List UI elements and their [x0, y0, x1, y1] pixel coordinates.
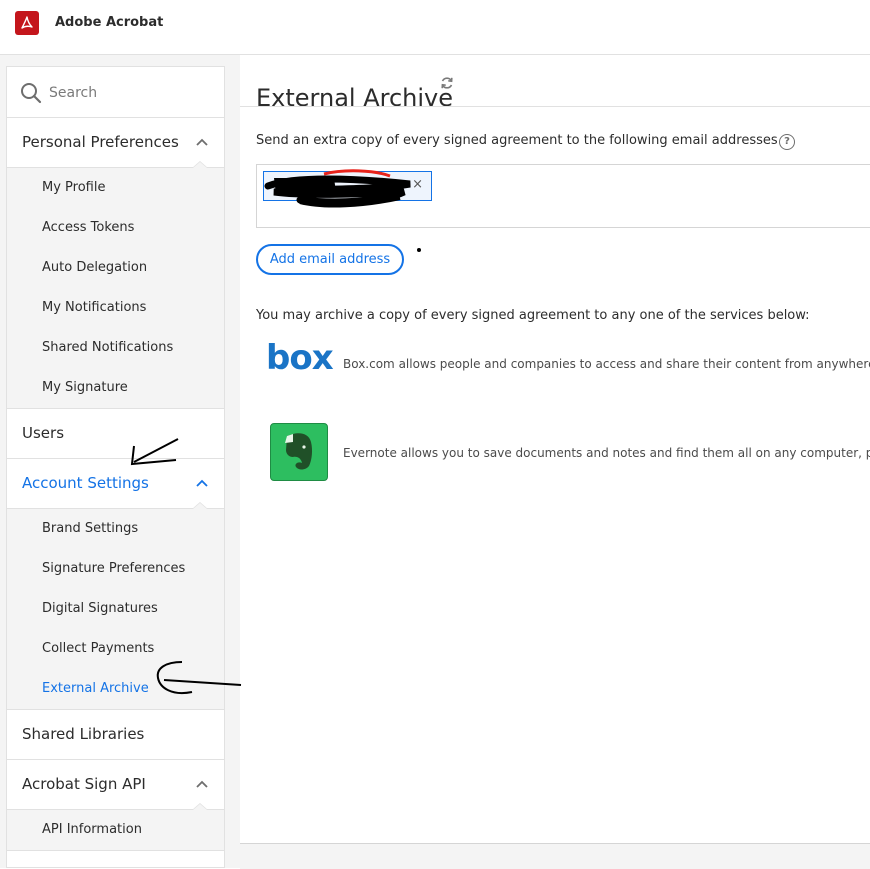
remove-email-icon[interactable]: ×	[412, 177, 423, 192]
sidebar-item-auto-delegation[interactable]: Auto Delegation	[7, 248, 224, 288]
service-description: Box.com allows people and companies to a…	[343, 357, 870, 371]
acrobat-sign-api-list: API Information	[7, 810, 224, 851]
service-row-evernote[interactable]: Evernote allows you to save documents an…	[266, 423, 870, 483]
help-icon[interactable]: ?	[779, 134, 795, 150]
sidebar-section-label: Account Settings	[22, 474, 149, 492]
personal-preferences-list: My Profile Access Tokens Auto Delegation…	[7, 168, 224, 409]
chevron-up-icon[interactable]	[196, 479, 208, 487]
stray-dot	[417, 248, 421, 252]
refresh-icon[interactable]	[440, 76, 454, 90]
adobe-acrobat-logo-icon[interactable]	[15, 11, 39, 35]
redaction-scribble	[264, 169, 411, 208]
sidebar-section-personal-preferences[interactable]: Personal Preferences	[7, 118, 224, 168]
top-bar: Adobe Acrobat	[0, 0, 870, 55]
sidebar-item-shared-notifications[interactable]: Shared Notifications	[7, 328, 224, 368]
sidebar-item-access-tokens[interactable]: Access Tokens	[7, 208, 224, 248]
account-settings-list: Brand Settings Signature Preferences Dig…	[7, 509, 224, 710]
app-title: Adobe Acrobat	[55, 15, 164, 30]
divider	[240, 106, 870, 107]
search-input[interactable]	[47, 80, 211, 106]
sidebar-section-label: Acrobat Sign API	[22, 775, 146, 793]
sidebar-item-my-signature[interactable]: My Signature	[7, 368, 224, 408]
sidebar-item-collect-payments[interactable]: Collect Payments	[7, 629, 224, 669]
evernote-logo-icon[interactable]	[270, 423, 328, 481]
sidebar-section-shared-libraries[interactable]: Shared Libraries	[7, 710, 224, 760]
sidebar-section-label: Personal Preferences	[22, 133, 179, 151]
add-email-address-button[interactable]: Add email address	[256, 244, 404, 275]
box-logo-icon[interactable]: box	[266, 338, 334, 378]
search-icon	[21, 83, 42, 104]
sidebar-section-acrobat-sign-api[interactable]: Acrobat Sign API	[7, 760, 224, 810]
search-box	[7, 67, 224, 118]
sidebar-item-signature-preferences[interactable]: Signature Preferences	[7, 549, 224, 589]
email-description: Send an extra copy of every signed agree…	[256, 133, 778, 148]
sidebar-item-brand-settings[interactable]: Brand Settings	[7, 509, 224, 549]
sidebar-item-external-archive[interactable]: External Archive	[7, 669, 224, 709]
sidebar-section-label: Shared Libraries	[22, 725, 145, 743]
archive-description: You may archive a copy of every signed a…	[256, 308, 810, 323]
sidebar-item-my-profile[interactable]: My Profile	[7, 168, 224, 208]
email-address-field[interactable]: ×	[256, 164, 870, 228]
chevron-up-icon[interactable]	[196, 780, 208, 788]
sidebar-item-my-notifications[interactable]: My Notifications	[7, 288, 224, 328]
sidebar-section-account-settings[interactable]: Account Settings	[7, 459, 224, 509]
email-chip[interactable]: ×	[263, 169, 432, 208]
sidebar-item-api-information[interactable]: API Information	[7, 810, 224, 850]
page-title: External Archive	[256, 84, 454, 113]
sidebar: Personal Preferences My Profile Access T…	[6, 66, 225, 868]
chevron-up-icon[interactable]	[196, 138, 208, 146]
sidebar-item-digital-signatures[interactable]: Digital Signatures	[7, 589, 224, 629]
service-row-box[interactable]: box Box.com allows people and companies …	[266, 338, 870, 398]
main-content: External Archive Send an extra copy of e…	[240, 55, 870, 869]
sidebar-section-users[interactable]: Users	[7, 409, 224, 459]
service-description: Evernote allows you to save documents an…	[343, 446, 870, 460]
sidebar-section-label: Users	[22, 424, 65, 442]
footer-bar	[240, 843, 870, 869]
